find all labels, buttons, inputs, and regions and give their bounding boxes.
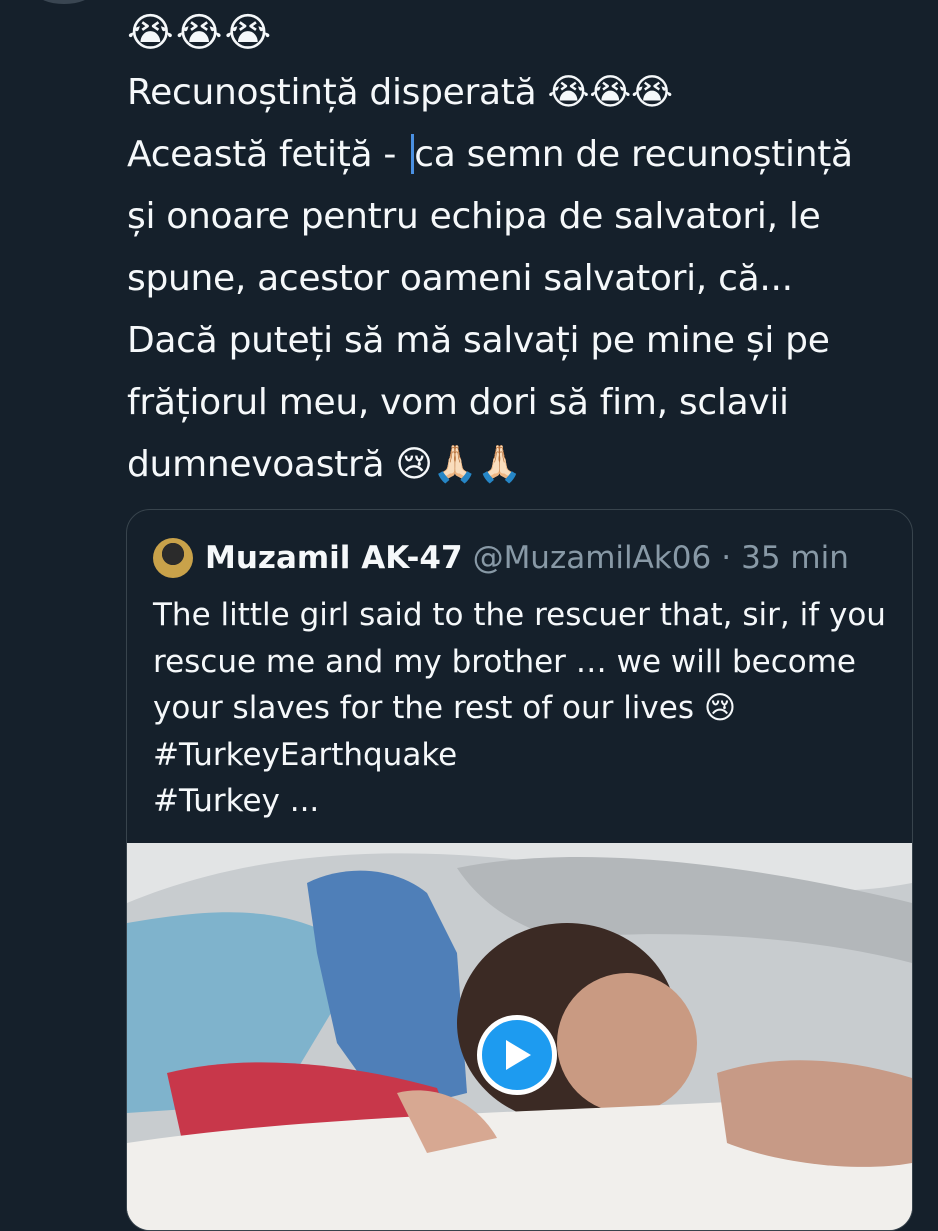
quote-line-2: rescue me and my brother … we will becom… xyxy=(153,643,856,680)
video-thumbnail[interactable] xyxy=(127,843,912,1230)
quote-timestamp[interactable]: 35 min xyxy=(741,540,849,576)
quoted-tweet-card[interactable]: Muzamil AK-47 @MuzamilAk06 · 35 min The … xyxy=(126,509,913,1231)
tweet-line-2: Această fetiță - ca semn de recunoștință xyxy=(127,124,917,186)
tweet-line-7: dumnevoastră 😢🙏🏻🙏🏻 xyxy=(127,444,522,485)
emoji-row: 😭😭😭 xyxy=(127,10,274,56)
quote-text: The little girl said to the rescuer that… xyxy=(153,592,893,825)
tweet-line-3: și onoare pentru echipa de salvatori, le xyxy=(127,196,821,237)
girl-face xyxy=(557,973,697,1113)
tweet-line-2-start: Această fetiță - xyxy=(127,134,408,175)
play-icon xyxy=(506,1040,531,1070)
play-button[interactable] xyxy=(477,1015,557,1095)
separator-dot: · xyxy=(721,540,732,576)
tweet-line-6: frățiorul meu, vom dori să fim, sclavii xyxy=(127,382,789,423)
quote-line-3: your slaves for the rest of our lives 😢 xyxy=(153,690,737,726)
quote-avatar[interactable] xyxy=(153,538,193,578)
hashtag-turkey[interactable]: #Turkey ... xyxy=(153,778,893,825)
quote-line-1: The little girl said to the rescuer that… xyxy=(153,597,886,633)
tweet-line-5: Dacă puteți să mă salvați pe mine și pe xyxy=(127,320,830,361)
tweet-line-2-end: ca semn de recunoștință xyxy=(414,134,853,175)
author-avatar[interactable] xyxy=(36,0,92,4)
tweet-line-4: spune, acestor oameni salvatori, că... xyxy=(127,258,793,299)
tweet-line-1: Recunoștință disperată 😭😭😭 xyxy=(127,72,673,113)
quote-author-name[interactable]: Muzamil AK-47 xyxy=(205,540,463,576)
quote-header: Muzamil AK-47 @MuzamilAk06 · 35 min xyxy=(153,538,849,578)
quote-author-handle[interactable]: @MuzamilAk06 xyxy=(473,540,712,576)
tweet-text: 😭😭😭 Recunoștință disperată 😭😭😭 Această f… xyxy=(127,4,917,496)
hashtag-turkeyearthquake[interactable]: #TurkeyEarthquake xyxy=(153,732,893,779)
